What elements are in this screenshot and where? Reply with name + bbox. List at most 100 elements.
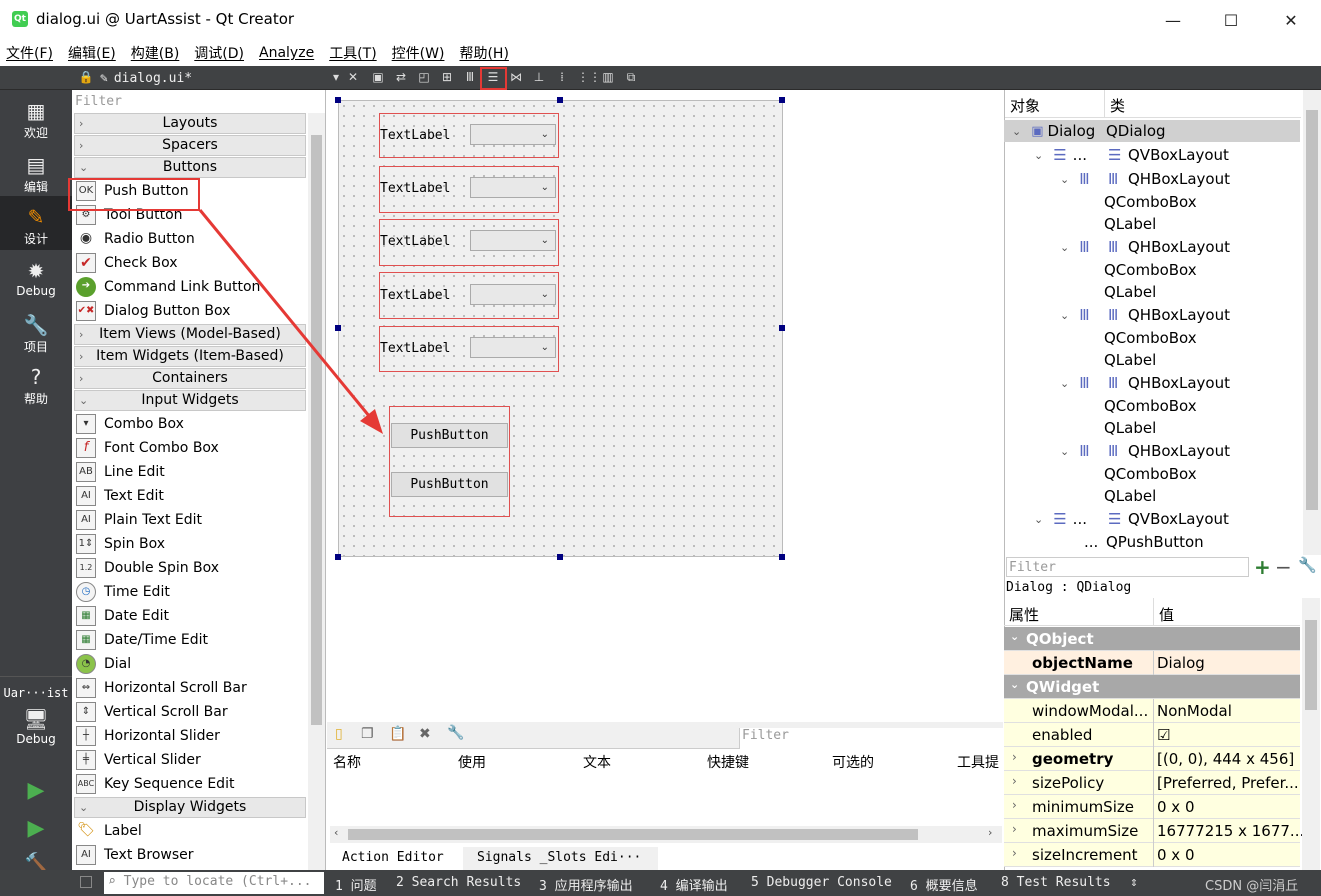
widget-datetime-edit[interactable]: ▦ Date/Time Edit <box>76 628 306 652</box>
prop-value[interactable]: Dialog <box>1157 654 1205 672</box>
output-general-messages[interactable]: 6 概要信息 <box>910 875 978 894</box>
combo-box[interactable]: ⌄ <box>470 337 556 358</box>
locator-input[interactable]: ⌕ Type to locate (Ctrl+... <box>104 872 324 894</box>
wrench-icon[interactable]: 🔧 <box>1298 556 1317 574</box>
widget-vertical-slider[interactable]: ╪ Vertical Slider <box>76 748 306 772</box>
widget-vertical-scroll-bar[interactable]: ⇕ Vertical Scroll Bar <box>76 700 306 724</box>
menu-build[interactable]: 构建(B) <box>131 43 180 63</box>
category-spacers[interactable]: › Spacers <box>74 135 306 156</box>
col-used[interactable]: 使用 <box>458 752 486 772</box>
minimize-button[interactable]: — <box>1143 0 1203 40</box>
action-hscrollbar[interactable]: ‹ › <box>330 826 1002 843</box>
tree-row-label[interactable]: QLabel <box>1104 417 1156 439</box>
category-buttons[interactable]: ⌄ Buttons <box>74 157 306 178</box>
prop-size-policy[interactable]: › sizePolicy [Preferred, Prefer... <box>1004 771 1300 795</box>
widget-line-edit[interactable]: AB Line Edit <box>76 460 306 484</box>
mode-edit[interactable]: ▤ 编辑 <box>0 152 72 195</box>
prop-value[interactable]: [(0, 0), 444 x 456] <box>1157 750 1294 768</box>
checkbox-checked-icon[interactable]: ☑ <box>1157 726 1170 744</box>
push-button[interactable]: PushButton <box>391 472 508 497</box>
mode-welcome[interactable]: ▦ 欢迎 <box>0 98 72 141</box>
group-qwidget[interactable]: ⌄ QWidget <box>1004 675 1300 699</box>
maximize-button[interactable]: ☐ <box>1201 0 1261 40</box>
tree-row-combobox[interactable]: QComboBox <box>1104 327 1197 349</box>
output-compile[interactable]: 4 编译输出 <box>660 875 728 894</box>
object-inspector-scrollbar[interactable] <box>1303 90 1321 555</box>
layout-grid-icon[interactable]: ⋮⋮ <box>577 69 601 85</box>
text-label[interactable]: TextLabel <box>380 234 450 249</box>
tab-dropdown-icon[interactable]: ▾ <box>328 69 344 85</box>
output-test-results[interactable]: 8 Test Results <box>1001 875 1111 890</box>
tree-row-label[interactable]: QLabel <box>1104 281 1156 303</box>
tree-row-hbox[interactable]: ⌄ Ⅲ Ⅲ QHBoxLayout <box>1004 372 1300 394</box>
scroll-right-icon[interactable]: › <box>988 826 992 839</box>
debug-run-icon[interactable]: ▶ <box>0 816 72 841</box>
text-label[interactable]: TextLabel <box>380 128 450 143</box>
combo-box[interactable]: ⌄ <box>470 177 556 198</box>
tree-row-vbox[interactable]: ⌄ ☰ ... ☰ QVBoxLayout <box>1004 144 1300 166</box>
widget-plain-text-edit[interactable]: AI Plain Text Edit <box>76 508 306 532</box>
prop-geometry[interactable]: › geometry [(0, 0), 444 x 456] <box>1004 747 1300 771</box>
category-item-views[interactable]: › Item Views (Model-Based) <box>74 324 306 345</box>
edit-buddies-icon[interactable]: ◰ <box>416 69 432 85</box>
widget-time-edit[interactable]: ◷ Time Edit <box>76 580 306 604</box>
prop-object-name[interactable]: objectName Dialog <box>1004 651 1300 675</box>
widget-spin-box[interactable]: 1⇕ Spin Box <box>76 532 306 556</box>
menu-analyze[interactable]: Analyze <box>259 45 314 61</box>
col-name[interactable]: 名称 <box>333 752 361 772</box>
scroll-thumb[interactable] <box>1305 620 1317 710</box>
tab-action-editor[interactable]: Action Editor <box>328 847 458 870</box>
prop-window-modality[interactable]: windowModal... NonModal <box>1004 699 1300 723</box>
close-tab-icon[interactable]: ✕ <box>345 69 361 85</box>
resize-handle[interactable] <box>335 325 341 331</box>
widget-horizontal-scroll-bar[interactable]: ⇔ Horizontal Scroll Bar <box>76 676 306 700</box>
header-class[interactable]: 类 <box>1110 95 1125 116</box>
editor-tab[interactable]: ✎ dialog.ui* <box>100 66 192 90</box>
tree-row-hbox[interactable]: ⌄ Ⅲ Ⅲ QHBoxLayout <box>1004 440 1300 462</box>
copy-action-icon[interactable]: ❐ <box>361 726 374 742</box>
widget-dialog-button-box[interactable]: ✔✖ Dialog Button Box <box>76 299 306 323</box>
tree-row-combobox[interactable]: QComboBox <box>1104 463 1197 485</box>
prop-minimum-size[interactable]: › minimumSize 0 x 0 <box>1004 795 1300 819</box>
category-containers[interactable]: › Containers <box>74 368 306 389</box>
new-action-icon[interactable]: ▯ <box>335 726 343 742</box>
tree-row-combobox[interactable]: QComboBox <box>1104 259 1197 281</box>
edit-widgets-icon[interactable]: ▣ <box>370 69 386 85</box>
tree-row-label[interactable]: QLabel <box>1104 213 1156 235</box>
break-layout-icon[interactable]: ▥ <box>600 69 616 85</box>
resize-handle[interactable] <box>779 325 785 331</box>
output-debugger-console[interactable]: 5 Debugger Console <box>751 875 892 890</box>
header-object[interactable]: 对象 <box>1010 95 1040 116</box>
menu-debug[interactable]: 调试(D) <box>194 43 244 63</box>
header-property[interactable]: 属性 <box>1009 604 1039 625</box>
widget-double-spin-box[interactable]: 1.2 Double Spin Box <box>76 556 306 580</box>
run-icon[interactable]: ▶ <box>0 778 72 803</box>
tree-row-hbox[interactable]: ⌄ Ⅲ Ⅲ QHBoxLayout <box>1004 168 1300 190</box>
tree-row-combobox[interactable]: QComboBox <box>1104 395 1197 417</box>
edit-signals-icon[interactable]: ⇄ <box>393 69 409 85</box>
add-property-icon[interactable]: + <box>1254 555 1271 579</box>
tab-signals-slots[interactable]: Signals _Slots Edi··· <box>463 847 658 870</box>
prop-value[interactable]: [Preferred, Prefer... <box>1157 774 1299 792</box>
widget-dial[interactable]: ◔ Dial <box>76 652 306 676</box>
tree-row-vbox[interactable]: ⌄ ☰... ☰ QVBoxLayout <box>1004 508 1300 530</box>
adjust-size-icon[interactable]: ⧉ <box>623 69 639 85</box>
widget-check-box[interactable]: ✔ Check Box <box>76 251 306 275</box>
tree-row-pushbutton[interactable]: ... QPushButton <box>1004 531 1300 553</box>
combo-box[interactable]: ⌄ <box>470 124 556 145</box>
property-scrollbar[interactable] <box>1302 598 1320 870</box>
mode-design[interactable]: ✎ 设计 <box>0 196 72 250</box>
group-qobject[interactable]: ⌄ QObject <box>1004 627 1300 651</box>
combo-box[interactable]: ⌄ <box>470 284 556 305</box>
col-text[interactable]: 文本 <box>583 752 611 772</box>
prop-maximum-size[interactable]: › maximumSize 16777215 x 1677... <box>1004 819 1304 843</box>
widget-text-browser[interactable]: AI Text Browser <box>76 843 306 867</box>
text-label[interactable]: TextLabel <box>380 341 450 356</box>
tree-row-label[interactable]: QLabel <box>1104 349 1156 371</box>
category-item-widgets[interactable]: › Item Widgets (Item-Based) <box>74 346 306 367</box>
resize-handle[interactable] <box>779 554 785 560</box>
menu-file[interactable]: 文件(F) <box>6 43 53 63</box>
resize-handle[interactable] <box>335 554 341 560</box>
prop-enabled[interactable]: enabled ☑ <box>1004 723 1300 747</box>
mode-help[interactable]: ? 帮助 <box>0 364 72 407</box>
